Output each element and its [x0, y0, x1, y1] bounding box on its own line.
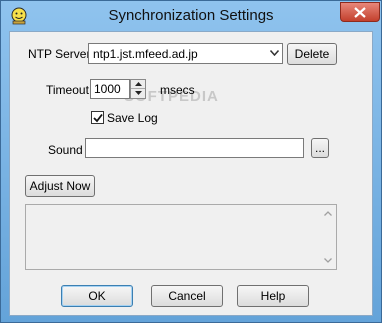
save-log-label[interactable]: Save Log	[107, 111, 158, 125]
spin-down-icon	[135, 91, 142, 95]
close-icon	[354, 7, 366, 18]
ntp-server-value: ntp1.jst.mfeed.ad.jp	[93, 47, 198, 61]
chevron-down-icon	[270, 50, 279, 56]
log-textarea[interactable]	[25, 204, 337, 270]
adjust-now-button[interactable]: Adjust Now	[25, 175, 95, 197]
cancel-button[interactable]: Cancel	[151, 285, 223, 307]
dialog-body: SOFTPEDIA NTP Server ntp1.jst.mfeed.ad.j…	[9, 31, 373, 316]
spin-up-icon	[135, 82, 142, 86]
delete-button[interactable]: Delete	[287, 43, 337, 65]
help-button[interactable]: Help	[237, 285, 309, 307]
timeout-input[interactable]: 1000	[90, 79, 130, 99]
ntp-server-select[interactable]: ntp1.jst.mfeed.ad.jp	[88, 43, 283, 64]
log-scrollbar[interactable]	[320, 205, 336, 269]
timeout-unit: msecs	[160, 83, 195, 97]
ntp-server-label: NTP Server	[28, 47, 91, 61]
sound-label: Sound	[48, 143, 83, 157]
close-button[interactable]	[340, 2, 380, 22]
timeout-label: Timeout	[46, 83, 89, 97]
spin-up-button[interactable]	[131, 80, 145, 89]
scroll-up-arrow-icon[interactable]	[324, 211, 332, 216]
sound-input[interactable]	[85, 138, 304, 158]
save-log-checkbox[interactable]	[91, 111, 104, 124]
ok-button[interactable]: OK	[61, 285, 133, 307]
timeout-spinner[interactable]	[130, 79, 146, 99]
checkmark-icon	[93, 113, 103, 123]
scroll-down-arrow-icon[interactable]	[324, 258, 332, 263]
dialog-window: Synchronization Settings SOFTPEDIA NTP S…	[0, 0, 382, 323]
browse-sound-button[interactable]: ...	[311, 138, 329, 158]
spin-down-button[interactable]	[131, 89, 145, 98]
title-bar[interactable]: Synchronization Settings	[1, 1, 381, 31]
timeout-value: 1000	[94, 82, 121, 96]
window-title: Synchronization Settings	[108, 7, 274, 24]
